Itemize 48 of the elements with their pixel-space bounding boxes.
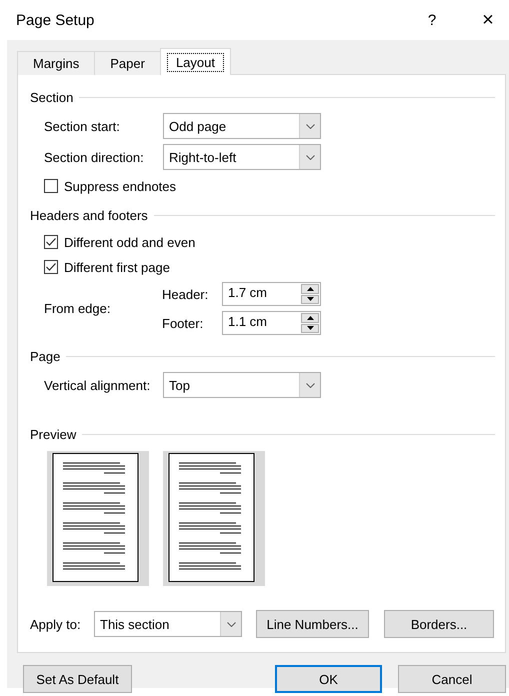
spin-down-button[interactable] — [301, 324, 319, 333]
chevron-down-icon — [306, 154, 314, 160]
field-label: From edge: — [44, 301, 112, 316]
dialog-button[interactable]: Set As Default — [23, 665, 132, 693]
field-label: Vertical alignment: — [44, 378, 152, 392]
spin-field[interactable]: 1.7 cm — [222, 282, 321, 306]
triangle-up-icon — [306, 286, 314, 291]
close-button[interactable]: × — [473, 8, 503, 32]
checkbox-label: Different first page — [64, 260, 170, 274]
section-heading: Section — [30, 90, 74, 104]
checkmark-icon — [46, 263, 56, 271]
tab[interactable]: Paper — [94, 51, 161, 75]
dialog-button[interactable]: Borders... — [384, 610, 494, 638]
field-label: Footer: — [162, 316, 204, 330]
dialog-button[interactable]: OK — [275, 665, 382, 693]
chevron-down-icon — [226, 622, 236, 626]
checkbox-label: Suppress endnotes — [64, 178, 176, 194]
field-label: Header: — [162, 286, 210, 302]
field-label: Apply to: — [30, 616, 82, 632]
tab[interactable]: Margins — [17, 51, 96, 75]
spin-field[interactable]: 1.1 cm — [222, 311, 321, 335]
checkbox[interactable] — [44, 179, 58, 193]
section-heading: Page — [30, 348, 60, 364]
chevron-down-icon — [306, 124, 314, 128]
spin-up-button[interactable] — [301, 313, 319, 322]
help-button[interactable]: ? — [418, 12, 446, 28]
triangle-down-icon — [306, 326, 314, 330]
checkbox[interactable] — [44, 235, 58, 249]
dropdown[interactable]: Top — [163, 372, 321, 398]
checkbox[interactable] — [44, 260, 58, 274]
triangle-down-icon — [306, 297, 314, 302]
section-heading: Headers and footers — [30, 208, 148, 222]
checkbox-label: Different odd and even — [64, 234, 196, 250]
spin-down-button[interactable] — [301, 294, 319, 304]
chevron-down-icon — [306, 382, 314, 388]
field-label: Section start: — [44, 118, 121, 134]
checkmark-icon — [46, 238, 56, 246]
section-heading: Preview — [30, 426, 76, 442]
dropdown[interactable]: This section — [94, 611, 242, 637]
field-label: Section direction: — [44, 150, 145, 164]
tab[interactable]: Layout — [160, 48, 231, 75]
spin-up-button[interactable] — [301, 284, 319, 294]
triangle-up-icon — [306, 316, 314, 320]
dropdown[interactable]: Odd page — [163, 113, 321, 139]
dialog-button[interactable]: Line Numbers... — [256, 610, 369, 638]
window-title: Page Setup — [16, 12, 96, 28]
dropdown[interactable]: Right-to-left — [163, 144, 321, 170]
dialog-button[interactable]: Cancel — [398, 665, 506, 693]
